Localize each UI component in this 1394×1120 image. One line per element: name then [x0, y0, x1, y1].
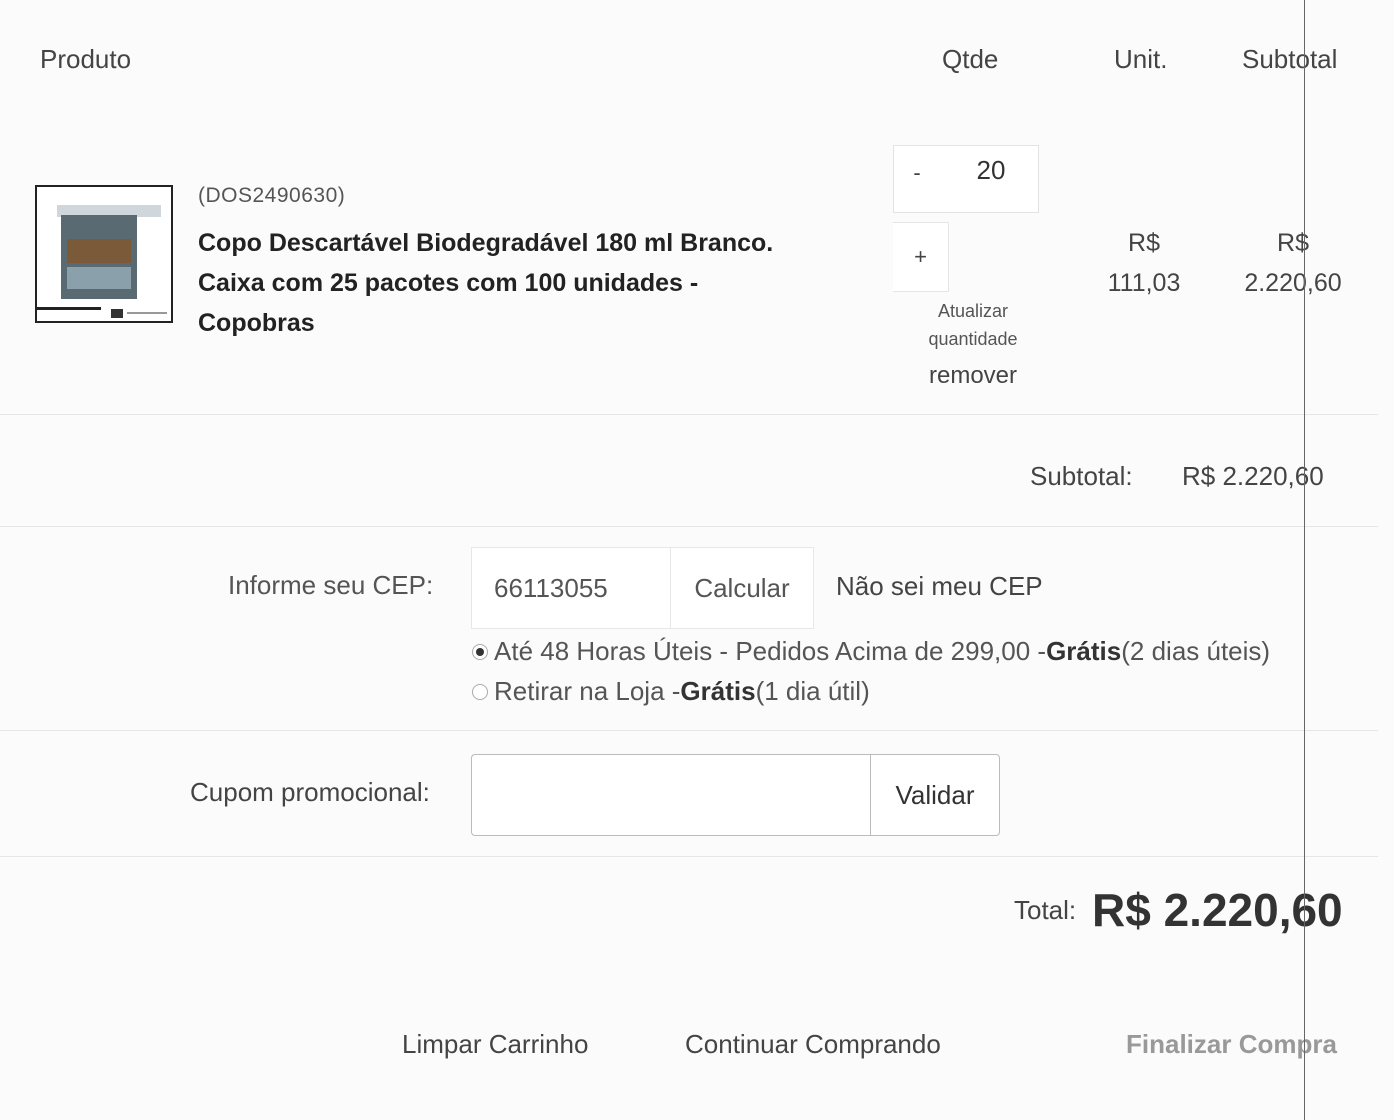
shipping-option-eta: (2 dias úteis) [1121, 636, 1271, 666]
header-unit: Unit. [1114, 44, 1168, 74]
unit-price: R$ 111,03 [1094, 223, 1194, 303]
header-subtotal: Subtotal [1242, 44, 1338, 74]
product-name-line1: Copo Descartável Biodegradável 180 ml Br… [198, 229, 774, 257]
product-name-line2: Caixa com 25 pacotes com 100 unidades - [198, 269, 699, 297]
update-quantity-line1: Atualizar [937, 301, 1009, 321]
product-image-icon [37, 205, 167, 318]
header-qty: Qtde [942, 44, 999, 74]
shipping-option-text: Retirar na Loja - [494, 676, 681, 706]
coupon-input[interactable] [471, 754, 871, 836]
shipping-option-48h[interactable]: Até 48 Horas Úteis - Pedidos Acima de 29… [472, 636, 1270, 667]
cart-subtotal-value: R$ 2.220,60 [1182, 461, 1324, 491]
divider [0, 526, 1378, 527]
total-label: Total: [1014, 895, 1077, 925]
cep-label: Informe seu CEP: [228, 570, 434, 600]
quantity-value[interactable]: 20 [956, 155, 1026, 186]
radio-selected-icon[interactable] [472, 643, 488, 660]
item-subtotal-value: 2.220,60 [1244, 269, 1342, 297]
product-name[interactable]: Copo Descartável Biodegradável 180 ml Br… [198, 223, 878, 343]
shipping-option-price: Grátis [680, 676, 756, 706]
remove-item-link[interactable]: remover [915, 362, 1031, 390]
validate-coupon-button[interactable]: Validar [870, 754, 1000, 836]
shipping-option-eta: (1 dia útil) [755, 676, 870, 706]
checkout-button[interactable]: Finalizar Compra [1126, 1029, 1337, 1060]
divider [0, 730, 1378, 731]
increase-quantity-button[interactable]: + [893, 222, 949, 292]
continue-shopping-button[interactable]: Continuar Comprando [685, 1029, 941, 1060]
product-name-line3: Copobras [198, 309, 315, 337]
shipping-option-pickup[interactable]: Retirar na Loja - Grátis (1 dia útil) [472, 676, 870, 707]
cart-page: Produto Qtde Unit. Subtotal (DOS2490630)… [0, 0, 1394, 1120]
item-subtotal-currency: R$ [1277, 229, 1309, 257]
coupon-label: Cupom promocional: [190, 777, 430, 807]
unit-price-currency: R$ [1128, 229, 1160, 257]
product-thumbnail[interactable] [35, 185, 173, 323]
total-value: R$ 2.220,60 [1092, 884, 1343, 936]
shipping-option-text: Até 48 Horas Úteis - Pedidos Acima de 29… [494, 636, 1047, 666]
calculate-shipping-button[interactable]: Calcular [670, 547, 814, 629]
cart-subtotal-label: Subtotal: [1030, 461, 1133, 491]
unknown-cep-link[interactable]: Não sei meu CEP [836, 571, 1043, 602]
radio-unselected-icon[interactable] [472, 683, 488, 700]
item-subtotal: R$ 2.220,60 [1228, 223, 1358, 303]
update-quantity-link[interactable]: Atualizar quantidade [915, 297, 1031, 353]
unit-price-value: 111,03 [1107, 269, 1181, 297]
product-sku: (DOS2490630) [198, 184, 346, 207]
divider [0, 414, 1378, 415]
header-product: Produto [40, 44, 132, 74]
shipping-option-price: Grátis [1046, 636, 1122, 666]
clear-cart-button[interactable]: Limpar Carrinho [402, 1029, 588, 1060]
divider [0, 856, 1378, 857]
cep-input[interactable] [471, 547, 671, 629]
update-quantity-line2: quantidade [928, 329, 1018, 349]
scan-artifact-line [1304, 0, 1305, 1120]
decrease-quantity-button[interactable]: - [893, 145, 941, 201]
